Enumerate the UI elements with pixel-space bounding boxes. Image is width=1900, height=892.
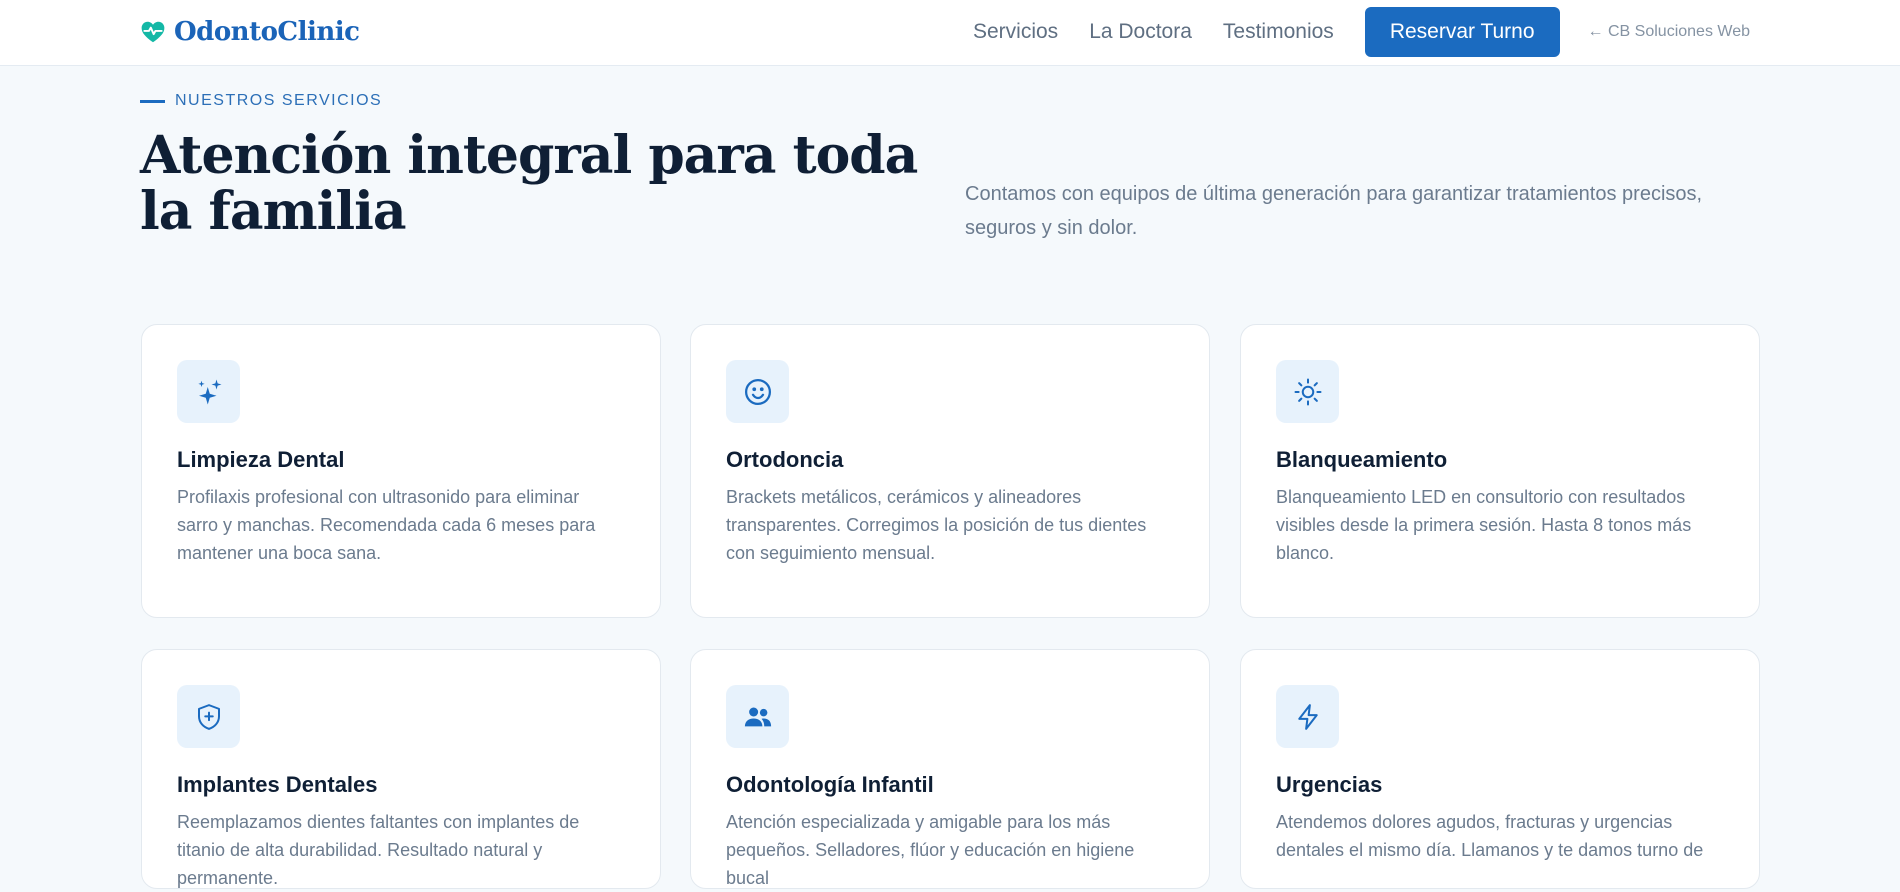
site-header: OdontoClinic Servicios La Doctora Testim… <box>0 0 1900 66</box>
users-icon <box>744 707 771 726</box>
heart-pulse-icon <box>141 21 165 43</box>
section-title: Atención integral para toda la familia <box>140 125 918 242</box>
service-card-blanqueamiento: Blanqueamiento Blanqueamiento LED en con… <box>1240 324 1760 618</box>
card-description: Reemplazamos dientes faltantes con impla… <box>177 812 580 888</box>
service-card-limpieza: Limpieza Dental Profilaxis profesional c… <box>141 324 661 618</box>
card-description: Atención especializada y amigable para l… <box>726 812 1135 888</box>
card-title: Limpieza Dental <box>177 447 345 472</box>
section-lead: Contamos con equipos de última generació… <box>965 183 1703 239</box>
brand-name: OdontoClinic <box>174 17 360 47</box>
smile-icon <box>744 378 771 405</box>
service-card-urgencias: Urgencias Atendemos dolores agudos, frac… <box>1240 649 1760 889</box>
card-description: Blanqueamiento LED en consultorio con re… <box>1276 487 1692 563</box>
nav-link-testimonios[interactable]: Testimonios <box>1223 20 1334 44</box>
book-appointment-button[interactable]: Reservar Turno <box>1364 7 1560 57</box>
card-icon-container <box>726 685 789 748</box>
card-title: Blanqueamiento <box>1276 447 1448 472</box>
card-title: Urgencias <box>1276 772 1383 797</box>
card-title: Ortodoncia <box>726 447 844 472</box>
card-icon-container <box>1276 685 1339 748</box>
brand-logo[interactable]: OdontoClinic <box>140 17 360 47</box>
service-card-infantil: Odontología Infantil Atención especializ… <box>690 649 1210 889</box>
card-icon-container <box>177 360 240 423</box>
service-card-implantes: Implantes Dentales Reemplazamos dientes … <box>141 649 661 889</box>
card-icon-container <box>177 685 240 748</box>
card-icon-container <box>1276 360 1339 423</box>
sun-icon <box>1294 378 1321 405</box>
main-nav: Servicios La Doctora Testimonios Reserva… <box>973 7 1750 57</box>
card-description: Atendemos dolores agudos, fracturas y ur… <box>1276 812 1704 860</box>
card-description: Brackets metálicos, cerámicos y alineado… <box>726 487 1147 563</box>
nav-link-la-doctora[interactable]: La Doctora <box>1089 20 1192 44</box>
card-title: Implantes Dentales <box>177 772 378 797</box>
sparkles-icon <box>197 379 221 404</box>
section-eyebrow: NUESTROS SERVICIOS <box>140 92 382 110</box>
shield-plus-icon <box>197 703 220 730</box>
bolt-icon <box>1297 703 1318 730</box>
service-card-ortodoncia: Ortodoncia Brackets metálicos, cerámicos… <box>690 324 1210 618</box>
agency-link[interactable]: ← CB Soluciones Web <box>1588 23 1750 41</box>
eyebrow-text: NUESTROS SERVICIOS <box>175 92 383 109</box>
eyebrow-divider <box>140 99 165 103</box>
nav-link-servicios[interactable]: Servicios <box>973 20 1058 44</box>
card-icon-container <box>726 360 789 423</box>
card-title: Odontología Infantil <box>726 772 934 797</box>
card-description: Profilaxis profesional con ultrasonido p… <box>177 487 596 563</box>
